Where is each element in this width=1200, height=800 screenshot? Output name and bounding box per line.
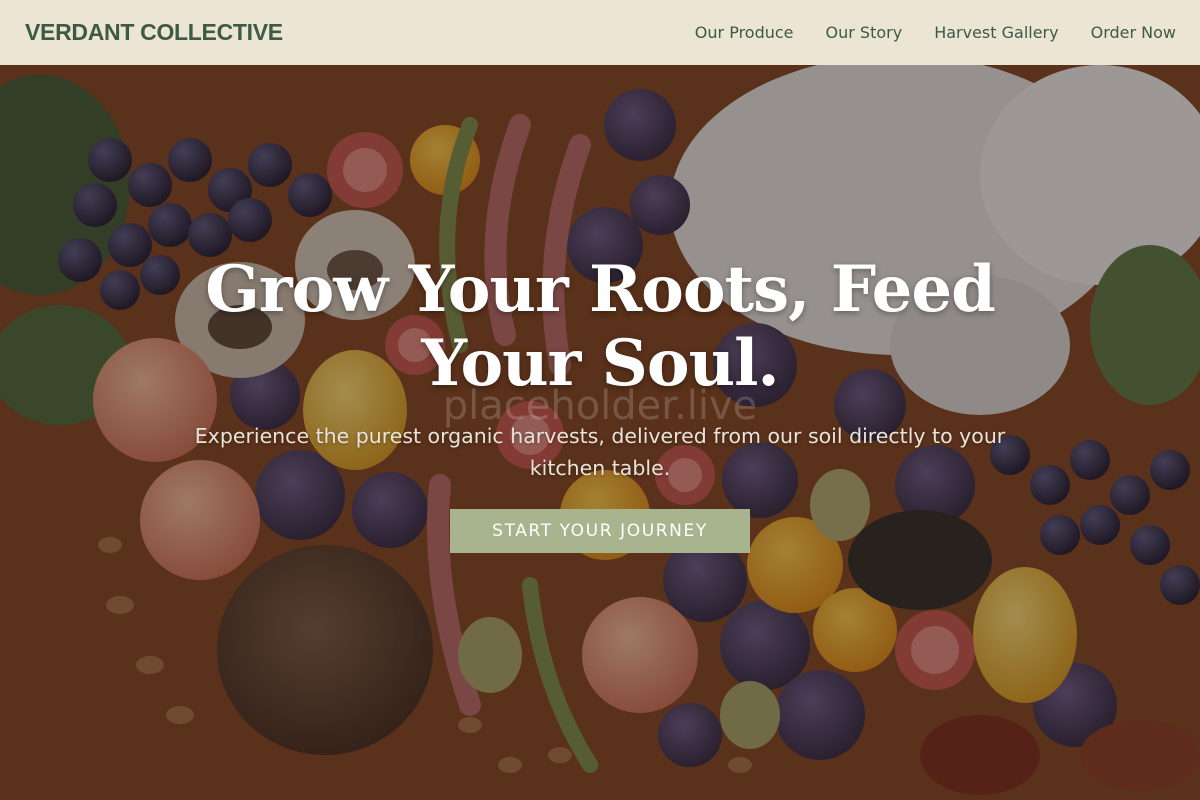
hero-headline: Grow Your Roots, Feed Your Soul. bbox=[150, 253, 1050, 401]
nav-link-order-now[interactable]: Order Now bbox=[1091, 23, 1176, 42]
start-journey-button[interactable]: START YOUR JOURNEY bbox=[450, 509, 750, 553]
main-nav: Our Produce Our Story Harvest Gallery Or… bbox=[695, 23, 1176, 42]
nav-link-our-story[interactable]: Our Story bbox=[826, 23, 903, 42]
nav-link-harvest-gallery[interactable]: Harvest Gallery bbox=[934, 23, 1058, 42]
hero-headline-line-1: Grow Your Roots, Feed bbox=[205, 252, 996, 327]
site-header: VERDANT COLLECTIVE Our Produce Our Story… bbox=[0, 0, 1200, 65]
brand-logo[interactable]: VERDANT COLLECTIVE bbox=[25, 19, 283, 46]
hero-content: Grow Your Roots, Feed Your Soul. placeho… bbox=[0, 65, 1200, 800]
nav-link-our-produce[interactable]: Our Produce bbox=[695, 23, 794, 42]
hero-subtitle: Experience the purest organic harvests, … bbox=[194, 424, 1006, 480]
hero-section: Grow Your Roots, Feed Your Soul. placeho… bbox=[0, 65, 1200, 800]
